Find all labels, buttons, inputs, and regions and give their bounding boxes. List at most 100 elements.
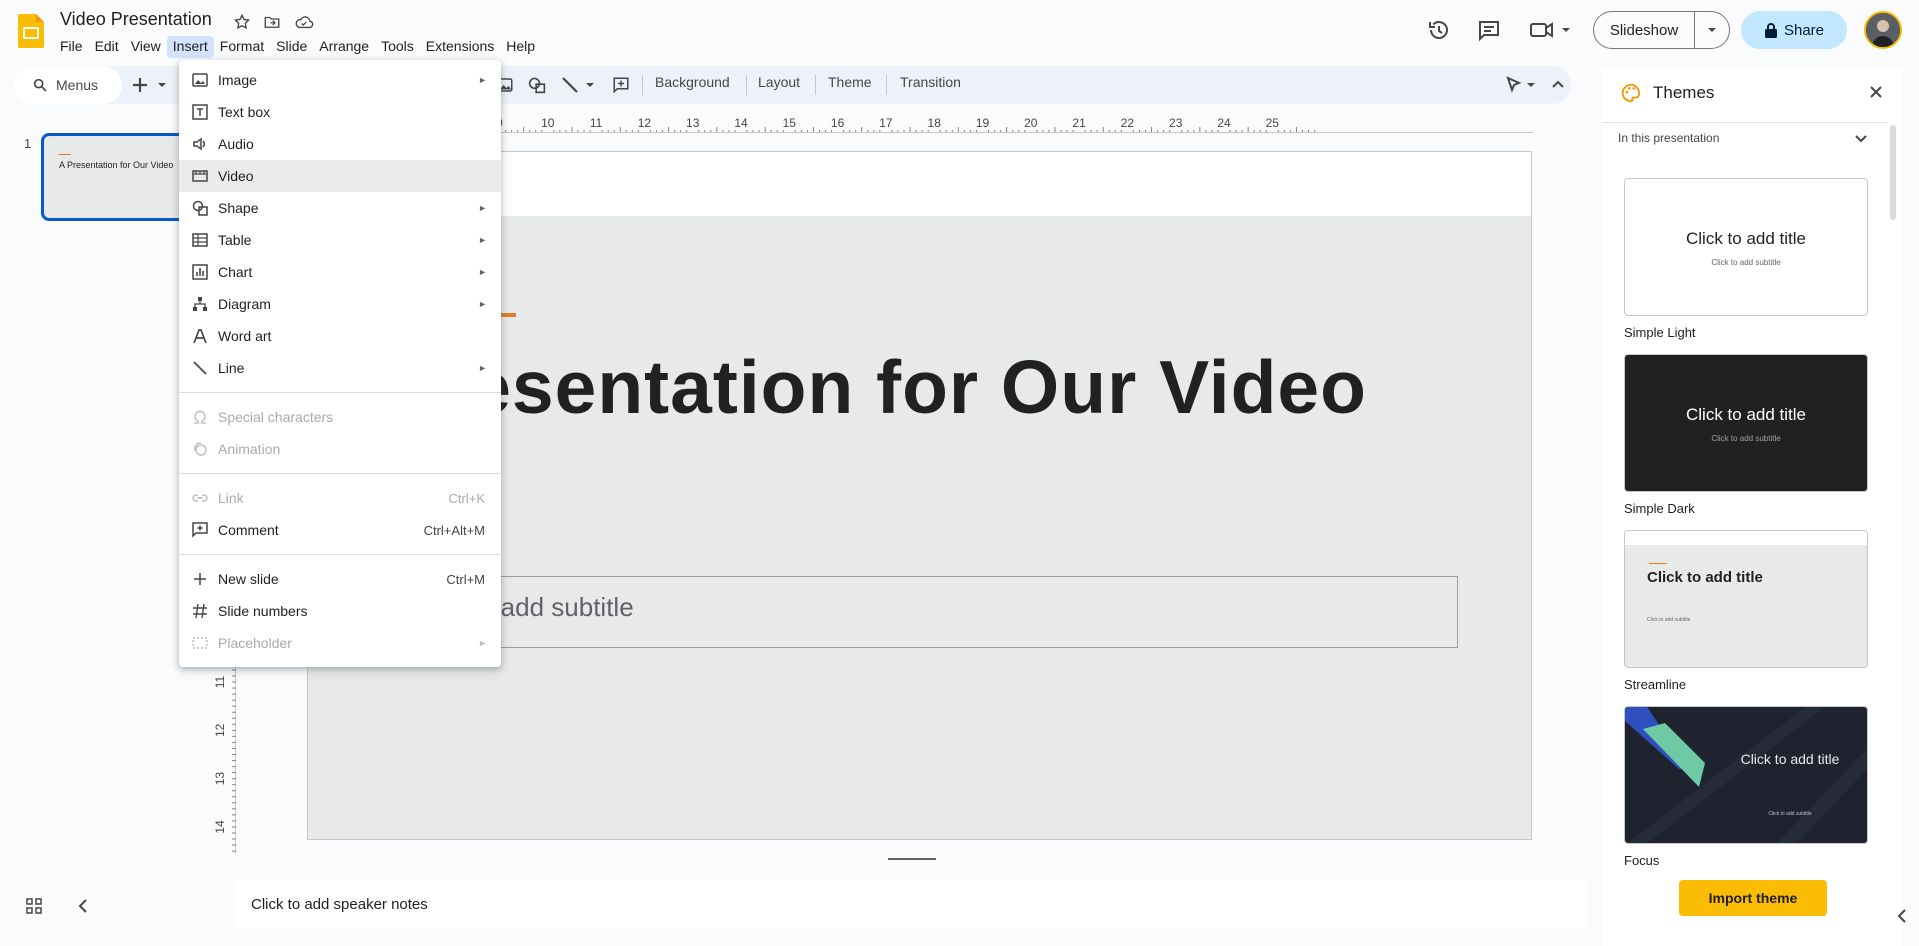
move-folder-icon[interactable]: [263, 13, 281, 31]
collapse-toolbar-icon[interactable]: [1550, 77, 1566, 93]
layout-button[interactable]: Layout: [758, 74, 800, 90]
themes-scrollbar[interactable]: [1890, 125, 1896, 220]
background-button[interactable]: Background: [655, 74, 730, 90]
menu-item-chart[interactable]: Chart ►: [179, 256, 501, 288]
menu-item-label: Image: [218, 72, 257, 88]
menu-extensions[interactable]: Extensions: [420, 36, 500, 58]
menu-item-new-slide[interactable]: New slide Ctrl+M: [179, 563, 501, 595]
add-comment-icon[interactable]: [612, 76, 630, 94]
share-button[interactable]: Share: [1741, 11, 1847, 49]
meet-camera-icon[interactable]: [1529, 18, 1573, 42]
pointer-mode-icon[interactable]: [1505, 76, 1539, 94]
shape-tool-icon[interactable]: [527, 76, 547, 94]
document-title[interactable]: Video Presentation: [60, 9, 212, 30]
menu-item-word-art[interactable]: Word art: [179, 320, 501, 352]
grid-view-icon[interactable]: [26, 898, 42, 914]
menu-item-label: Animation: [218, 441, 281, 457]
menu-item-image[interactable]: Image ►: [179, 64, 501, 96]
slide-thumbnail[interactable]: A Presentation for Our Video: [41, 133, 191, 221]
menus-search-box[interactable]: Menus: [14, 66, 122, 104]
ruler-label: 13: [213, 772, 227, 786]
menu-file[interactable]: File: [54, 36, 89, 58]
menus-search-label: Menus: [56, 77, 99, 93]
new-slide-icon[interactable]: [132, 76, 166, 94]
image-icon: [192, 72, 208, 88]
menu-item-audio[interactable]: Audio: [179, 128, 501, 160]
menu-item-label: Diagram: [218, 296, 271, 312]
ruler-label: 25: [1266, 116, 1280, 130]
transition-button[interactable]: Transition: [900, 74, 961, 90]
menu-item-link[interactable]: Link Ctrl+K: [179, 482, 501, 514]
menu-help[interactable]: Help: [500, 36, 541, 58]
ruler-label: 19: [976, 116, 990, 130]
menu-item-placeholder[interactable]: Placeholder ►: [179, 627, 501, 659]
comments-icon[interactable]: [1477, 18, 1501, 42]
table-icon: [192, 232, 208, 248]
version-history-icon[interactable]: [1427, 18, 1451, 42]
menu-item-label: Chart: [218, 264, 253, 280]
slide-title[interactable]: Presentation for Our Video: [388, 344, 1367, 430]
menu-item-label: Shape: [218, 200, 259, 216]
theme-card-streamline[interactable]: Click to add title Click to add subtitle: [1624, 530, 1868, 668]
menu-item-slide-numbers[interactable]: Slide numbers: [179, 595, 501, 627]
submenu-arrow-icon: ►: [478, 363, 487, 373]
search-icon: [32, 77, 48, 93]
menu-slide[interactable]: Slide: [270, 36, 313, 58]
toolbar-divider: [815, 75, 816, 95]
collapse-filmstrip-icon[interactable]: [76, 898, 90, 914]
slides-logo-icon[interactable]: [18, 14, 44, 48]
theme-card-focus[interactable]: Click to add title Click to add subtitle: [1624, 706, 1868, 844]
menu-item-comment[interactable]: Comment Ctrl+Alt+M: [179, 514, 501, 546]
ruler-label: 10: [541, 116, 555, 130]
menu-item-shape[interactable]: Shape ►: [179, 192, 501, 224]
menu-tools[interactable]: Tools: [375, 36, 420, 58]
menu-format[interactable]: Format: [214, 36, 270, 58]
ruler-label: 21: [1072, 116, 1086, 130]
toolbar-divider: [642, 75, 643, 95]
theme-card-subtitle: Click to add subtitle: [1768, 811, 1812, 817]
menu-item-label: Placeholder: [218, 635, 292, 651]
placeholder-icon: [192, 635, 208, 651]
ruler-label: 17: [879, 116, 893, 130]
submenu-arrow-icon: ►: [478, 267, 487, 277]
import-theme-button[interactable]: Import theme: [1679, 880, 1827, 916]
expand-side-panel-icon[interactable]: [1895, 907, 1909, 925]
speaker-notes[interactable]: Click to add speaker notes: [235, 880, 1587, 928]
cloud-saved-icon[interactable]: [294, 13, 314, 31]
star-icon[interactable]: [233, 13, 251, 31]
notes-resize-handle[interactable]: [888, 858, 936, 860]
line-tool-icon[interactable]: [561, 76, 595, 94]
themes-filter-dropdown[interactable]: In this presentation: [1618, 131, 1719, 145]
thumb-accent: [59, 154, 71, 155]
menu-view[interactable]: View: [125, 36, 167, 58]
menu-edit[interactable]: Edit: [89, 36, 125, 58]
account-avatar[interactable]: [1864, 11, 1902, 49]
menu-separator: [179, 392, 501, 393]
slideshow-button[interactable]: Slideshow: [1594, 12, 1695, 48]
menu-item-video[interactable]: Video: [179, 160, 501, 192]
slideshow-options-dropdown[interactable]: [1695, 12, 1729, 48]
menu-arrange[interactable]: Arrange: [313, 36, 375, 58]
ruler-label: 13: [686, 116, 700, 130]
menu-separator: [179, 473, 501, 474]
theme-card-simple-dark[interactable]: Click to add title Click to add subtitle: [1624, 354, 1868, 492]
diagram-icon: [192, 296, 208, 312]
menu-item-diagram[interactable]: Diagram ►: [179, 288, 501, 320]
menu-item-label: Line: [218, 360, 245, 376]
subtitle-placeholder[interactable]: o add subtitle: [458, 576, 1458, 648]
theme-card-title: Click to add title: [1686, 229, 1806, 248]
slideshow-group: Slideshow: [1593, 11, 1730, 49]
menu-item-text-box[interactable]: Text box: [179, 96, 501, 128]
chevron-down-icon[interactable]: [1854, 132, 1868, 146]
ruler-label: 18: [928, 116, 942, 130]
theme-card-title: Click to add title: [1740, 751, 1840, 767]
menu-item-special-characters[interactable]: Special characters: [179, 401, 501, 433]
menu-insert[interactable]: Insert: [166, 36, 214, 58]
theme-card-simple-light[interactable]: Click to add title Click to add subtitle: [1624, 178, 1868, 316]
close-icon[interactable]: [1868, 84, 1884, 100]
menu-item-line[interactable]: Line ►: [179, 352, 501, 384]
menu-item-table[interactable]: Table ►: [179, 224, 501, 256]
theme-button[interactable]: Theme: [828, 74, 872, 90]
menu-item-animation[interactable]: Animation: [179, 433, 501, 465]
menu-item-label: Video: [218, 168, 254, 184]
